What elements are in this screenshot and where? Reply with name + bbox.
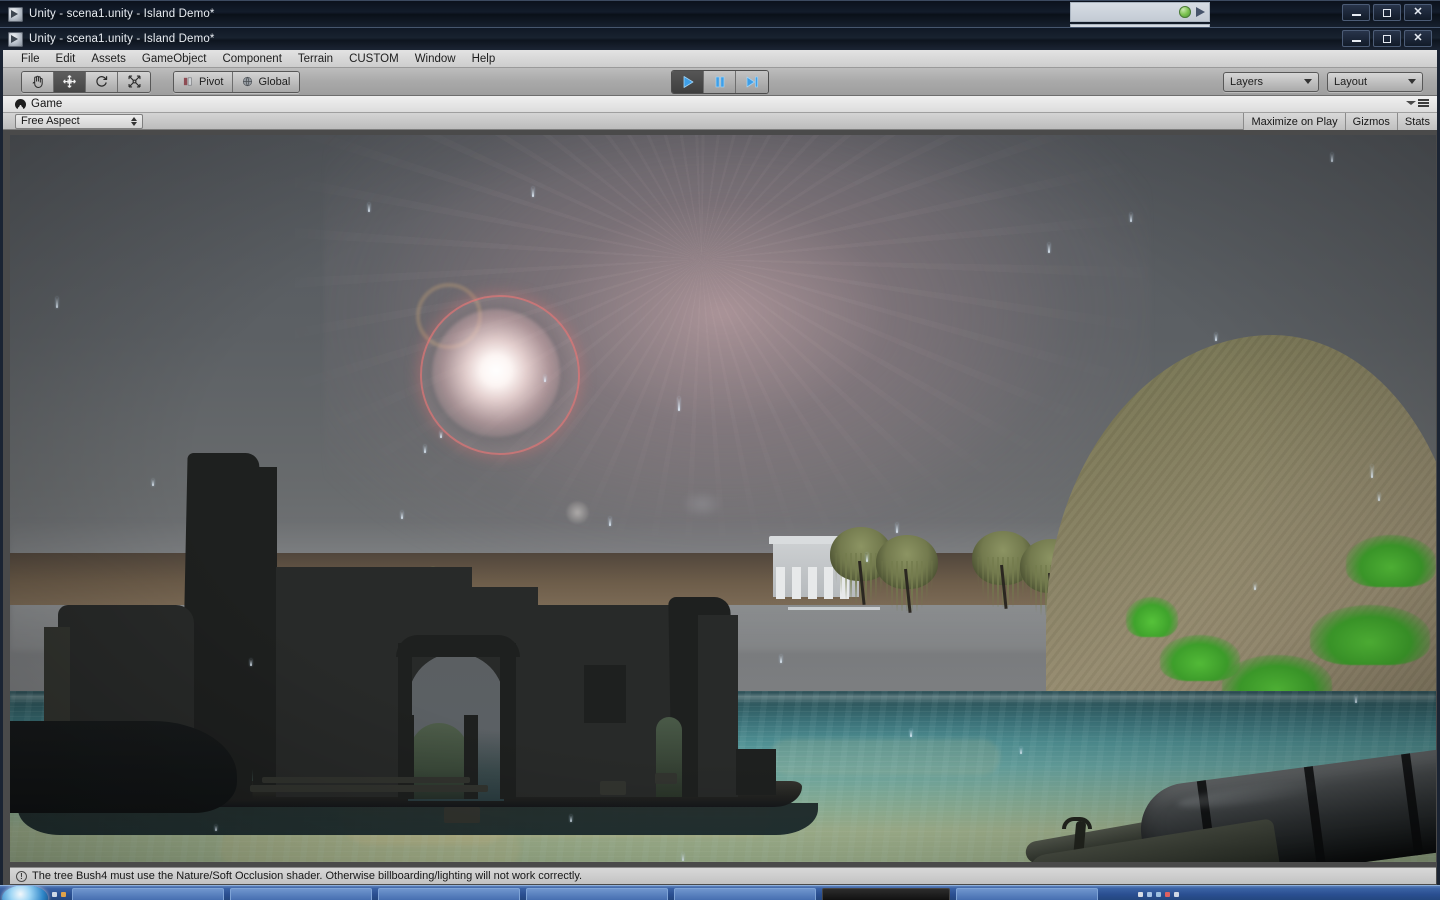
tray-icon[interactable] <box>1138 892 1143 897</box>
menu-bar: File Edit Assets GameObject Component Te… <box>3 50 1437 68</box>
aspect-ratio-dropdown[interactable]: Free Aspect <box>15 113 143 129</box>
menu-item-window[interactable]: Window <box>407 50 464 68</box>
window-titlebar-background[interactable]: Unity - scena1.unity - Island Demo* ✕ <box>0 0 1440 27</box>
rotate-tool-button[interactable] <box>86 71 118 92</box>
minimize-button-background[interactable] <box>1342 4 1370 21</box>
close-button-background[interactable]: ✕ <box>1404 4 1432 21</box>
editor-toolbar: Pivot Global Layers Layout <box>3 68 1437 96</box>
menu-item-file[interactable]: File <box>13 50 48 68</box>
window-title-background: Unity - scena1.unity - Island Demo* <box>29 8 215 20</box>
tray-icon[interactable] <box>1147 892 1152 897</box>
unity-icon <box>8 6 23 22</box>
start-button[interactable] <box>2 886 48 900</box>
hamburger-icon <box>1418 99 1429 107</box>
overlay-widget-top[interactable] <box>1070 2 1210 22</box>
global-toggle-button[interactable]: Global <box>233 71 300 92</box>
play-icon <box>683 75 693 88</box>
minimize-button[interactable] <box>1342 30 1370 47</box>
warning-icon: ! <box>16 870 27 882</box>
chevron-down-icon <box>1406 100 1416 105</box>
game-pacman-icon <box>15 98 26 110</box>
taskbar-item[interactable] <box>674 888 816 900</box>
layers-dropdown[interactable]: Layers <box>1223 71 1319 92</box>
quicklaunch-icon[interactable] <box>52 892 57 897</box>
screen: Unity - scena1.unity - Island Demo* ✕ Un… <box>0 0 1440 900</box>
playback-controls <box>671 69 769 94</box>
tab-game[interactable]: Game <box>15 98 62 110</box>
scale-tool-button[interactable] <box>118 71 150 92</box>
hand-tool-button[interactable] <box>22 71 54 92</box>
game-view-toolbar: Free Aspect Maximize on Play Gizmos Stat… <box>3 113 1437 130</box>
menu-item-custom[interactable]: CUSTOM <box>341 50 407 68</box>
layout-label: Layout <box>1334 75 1368 88</box>
pivot-label: Pivot <box>199 75 224 88</box>
game-viewport[interactable] <box>10 135 1436 862</box>
menu-item-help[interactable]: Help <box>464 50 504 68</box>
move-tool-button[interactable] <box>54 71 86 92</box>
tray-icon[interactable] <box>1156 892 1161 897</box>
pause-icon <box>715 76 724 87</box>
layers-label: Layers <box>1230 75 1264 88</box>
tray-icon[interactable] <box>1174 892 1179 897</box>
pivot-toggle-button[interactable]: Pivot <box>174 71 234 92</box>
game-panel-header: Game <box>3 96 1437 113</box>
menu-item-assets[interactable]: Assets <box>83 50 134 68</box>
close-button[interactable]: ✕ <box>1404 30 1432 47</box>
unity-icon <box>8 31 23 47</box>
status-message: The tree Bush4 must use the Nature/Soft … <box>32 870 583 882</box>
tray-icon[interactable] <box>1165 892 1170 897</box>
game-view-toggles: Maximize on Play Gizmos Stats <box>1243 113 1437 130</box>
taskbar-item[interactable] <box>230 888 372 900</box>
updown-arrows-icon <box>131 116 137 126</box>
step-forward-icon <box>746 76 758 87</box>
stats-toggle[interactable]: Stats <box>1396 113 1437 130</box>
toolbar-right-group: Layers Layout <box>1223 71 1423 92</box>
window-controls[interactable]: ✕ <box>1342 30 1432 47</box>
pivot-global-group: Pivot Global <box>173 70 301 93</box>
scene-vignette <box>10 135 1436 862</box>
quicklaunch-icon[interactable] <box>61 892 66 897</box>
maximize-on-play-toggle[interactable]: Maximize on Play <box>1243 113 1345 130</box>
rendered-scene <box>10 135 1436 862</box>
window-controls-background[interactable]: ✕ <box>1342 4 1432 21</box>
aspect-ratio-value: Free Aspect <box>21 115 80 127</box>
pivot-icon <box>183 77 192 86</box>
window-titlebar[interactable]: Unity - scena1.unity - Island Demo* ✕ <box>0 27 1440 50</box>
play-button[interactable] <box>672 70 704 93</box>
chevron-down-icon <box>1304 79 1312 84</box>
taskbar-item[interactable] <box>526 888 668 900</box>
globe-icon <box>243 76 253 87</box>
status-bar[interactable]: ! The tree Bush4 must use the Nature/Sof… <box>10 867 1436 884</box>
panel-options-menu[interactable] <box>1406 99 1429 107</box>
gizmos-toggle[interactable]: Gizmos <box>1344 113 1397 130</box>
unity-editor-window: File Edit Assets GameObject Component Te… <box>0 50 1440 900</box>
maximize-button[interactable] <box>1373 30 1401 47</box>
maximize-button-background[interactable] <box>1373 4 1401 21</box>
taskbar-item[interactable] <box>956 888 1098 900</box>
layout-dropdown[interactable]: Layout <box>1327 71 1423 92</box>
globe-icon <box>1179 6 1191 18</box>
play-arrow-icon[interactable] <box>1196 7 1205 17</box>
menu-item-terrain[interactable]: Terrain <box>290 50 341 68</box>
taskbar-item[interactable] <box>378 888 520 900</box>
pause-button[interactable] <box>704 70 736 93</box>
taskbar-item[interactable] <box>72 888 224 900</box>
menu-item-edit[interactable]: Edit <box>48 50 84 68</box>
window-title: Unity - scena1.unity - Island Demo* <box>29 33 215 45</box>
transform-tools-group <box>21 70 151 93</box>
menu-item-gameobject[interactable]: GameObject <box>134 50 215 68</box>
step-button[interactable] <box>736 70 768 93</box>
windows-taskbar[interactable] <box>0 885 1440 900</box>
taskbar-item-active[interactable] <box>822 888 950 900</box>
global-label: Global <box>258 75 291 88</box>
chevron-down-icon <box>1408 79 1416 84</box>
tab-game-label: Game <box>31 98 63 110</box>
menu-item-component[interactable]: Component <box>214 50 289 68</box>
